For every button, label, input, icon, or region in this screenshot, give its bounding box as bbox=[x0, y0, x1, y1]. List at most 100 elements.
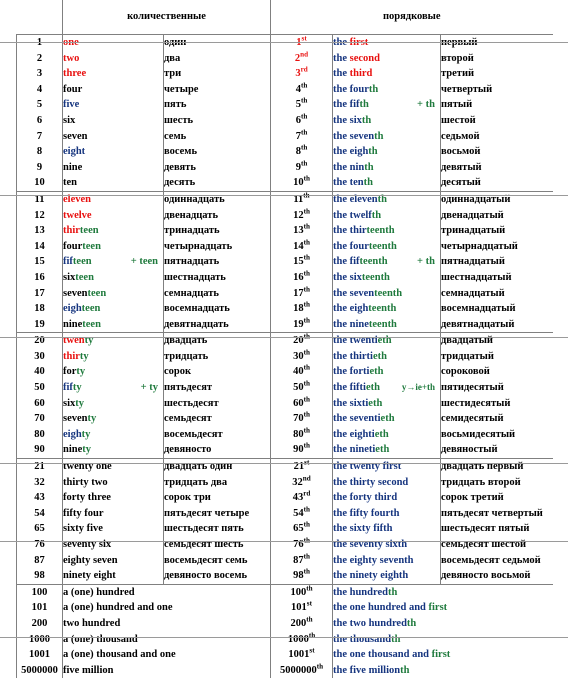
word-part: 1000 bbox=[287, 633, 309, 645]
table-row: 21 twenty one двадцать один 21st the twenty … bbox=[16, 458, 553, 475]
cardinal-number: 10 bbox=[16, 175, 63, 192]
word-part: ty bbox=[72, 382, 82, 394]
ordinal-suffix: nd bbox=[300, 50, 309, 59]
ordinal-russian: седьмой bbox=[439, 128, 553, 145]
word-part: the bbox=[333, 366, 350, 378]
word-part: thousand bbox=[349, 633, 392, 645]
word-part: first bbox=[431, 649, 451, 661]
word-part: 200 bbox=[31, 617, 48, 629]
word-part: ninety eight bbox=[63, 570, 116, 582]
cardinal-word: two bbox=[62, 50, 164, 67]
word-part: eth bbox=[368, 397, 383, 409]
word-part: шестидесятый bbox=[441, 397, 511, 409]
word-part: тринадцать bbox=[164, 225, 220, 237]
word-part: семидесятый bbox=[441, 413, 504, 425]
ordinal-word: + th the fifth bbox=[332, 97, 441, 113]
table-row: 2 two два 2nd the second второй bbox=[16, 50, 553, 67]
word-part: восемьдесят семь bbox=[164, 554, 248, 566]
table-row: 14 fourteen четырнадцать 14th the fourteenth… bbox=[16, 238, 553, 255]
cardinal-russian: двадцать один bbox=[163, 458, 271, 475]
cardinal-russian: два bbox=[163, 50, 271, 67]
word-part: five bbox=[63, 99, 80, 111]
word-part: 7 bbox=[36, 130, 43, 142]
word-part: the bbox=[333, 350, 350, 362]
word-part: the bbox=[333, 303, 350, 315]
word-part: пятнадцатый bbox=[441, 256, 505, 268]
cardinal-word: sixty five bbox=[62, 521, 164, 537]
ordinal-suffix: th bbox=[303, 223, 310, 231]
word-part: four bbox=[63, 240, 83, 252]
cardinal-number: 200 bbox=[16, 615, 63, 632]
ordinal-russian: девятый bbox=[439, 159, 553, 176]
ordinal-russian: шестой bbox=[439, 112, 553, 129]
table-row: 200 two hundred 200th the two hundredth bbox=[16, 615, 553, 632]
word-part: seventi bbox=[349, 413, 381, 425]
ordinal-word: the one thousand and first bbox=[331, 647, 553, 663]
word-part: 12 bbox=[34, 209, 45, 221]
word-part: 12 bbox=[293, 209, 304, 221]
table-row: 3 three три 3rd the third третий bbox=[16, 66, 553, 82]
cardinal-word: seventy bbox=[62, 411, 164, 427]
cardinal-number: 3 bbox=[16, 66, 63, 82]
word-part: the bbox=[333, 413, 350, 425]
table-row: 87 eighty seven восемьдесят семь 87th the ei… bbox=[16, 552, 553, 569]
ordinal-word: the eightieth bbox=[332, 426, 441, 443]
word-part: fifti bbox=[349, 382, 366, 394]
word-part: eighti bbox=[349, 428, 375, 440]
ordinal-number: 19th bbox=[270, 316, 333, 333]
word-part: ten bbox=[63, 177, 78, 189]
word-part: шестьдесят пять bbox=[164, 523, 244, 535]
word-part: one hundred and bbox=[349, 602, 429, 614]
ordinal-word: the ninetieth bbox=[332, 442, 441, 459]
word-part: the bbox=[333, 114, 350, 126]
ordinal-suffix: rd bbox=[300, 66, 308, 74]
cardinal-word: thirty two bbox=[62, 474, 164, 491]
word-part: 200 bbox=[290, 617, 307, 629]
word-part: пятьдесят bbox=[164, 382, 213, 394]
ordinal-suffix: rd bbox=[303, 490, 311, 498]
word-part: forty three bbox=[63, 492, 111, 504]
cardinal-word: thirty bbox=[62, 348, 164, 365]
ordinal-russian: двадцатый bbox=[439, 332, 553, 349]
numerals-reference-table: количественные порядковые 1 one один 1st the f… bbox=[0, 0, 568, 678]
ordinal-word: the sixteenth bbox=[332, 269, 441, 286]
suffix-note: + th bbox=[417, 99, 435, 111]
word-part: 4 bbox=[36, 83, 43, 95]
ordinal-number: 54th bbox=[270, 505, 333, 522]
word-part: fifty four bbox=[63, 507, 104, 519]
cardinal-number: 32 bbox=[16, 474, 63, 491]
ordinal-suffix: th bbox=[300, 81, 308, 90]
ordinal-number: 200th bbox=[270, 615, 333, 632]
word-part: пятый bbox=[441, 99, 473, 111]
table-row: 54 fifty four пятьдесят четыре 54th the fift… bbox=[16, 505, 553, 522]
word-part: девять bbox=[164, 161, 196, 173]
ordinal-suffix: th bbox=[303, 380, 310, 388]
word-part: teen bbox=[81, 303, 101, 315]
word-part: 100 bbox=[31, 586, 48, 598]
table-row: 8 eight восемь 8th the eighth восьмой bbox=[16, 144, 553, 160]
word-part: 9 bbox=[36, 161, 43, 173]
word-part: thir bbox=[63, 225, 80, 237]
cardinal-number: 90 bbox=[16, 442, 63, 459]
word-part: nine bbox=[63, 318, 83, 330]
ordinal-suffix: th bbox=[303, 442, 310, 450]
ordinal-word: the two hundredth bbox=[331, 615, 553, 632]
ordinal-word: the fortieth bbox=[332, 364, 441, 381]
cardinal-word: eight bbox=[62, 144, 164, 160]
cardinal-russian: пятнадцать bbox=[163, 254, 271, 270]
ordinal-suffix: th bbox=[300, 144, 308, 152]
word-part: one thousand and bbox=[349, 649, 432, 661]
ordinal-number: 14th bbox=[270, 238, 333, 255]
cardinal-number: 100 bbox=[16, 583, 63, 601]
ordinal-suffix: th bbox=[303, 285, 310, 293]
ordinal-number: 87th bbox=[270, 552, 333, 569]
cardinal-word: ten bbox=[62, 175, 164, 192]
cardinal-number: 87 bbox=[16, 552, 63, 569]
ordinal-russian: восьмидесятый bbox=[439, 426, 553, 443]
ordinal-russian: тридцать второй bbox=[439, 474, 553, 491]
cardinal-russian: тридцать bbox=[163, 348, 271, 365]
word-part: 60 bbox=[34, 397, 45, 409]
ordinal-russian: семнадцатый bbox=[439, 285, 553, 302]
rule-top bbox=[0, 42, 568, 43]
ordinal-suffix: st bbox=[306, 600, 312, 608]
